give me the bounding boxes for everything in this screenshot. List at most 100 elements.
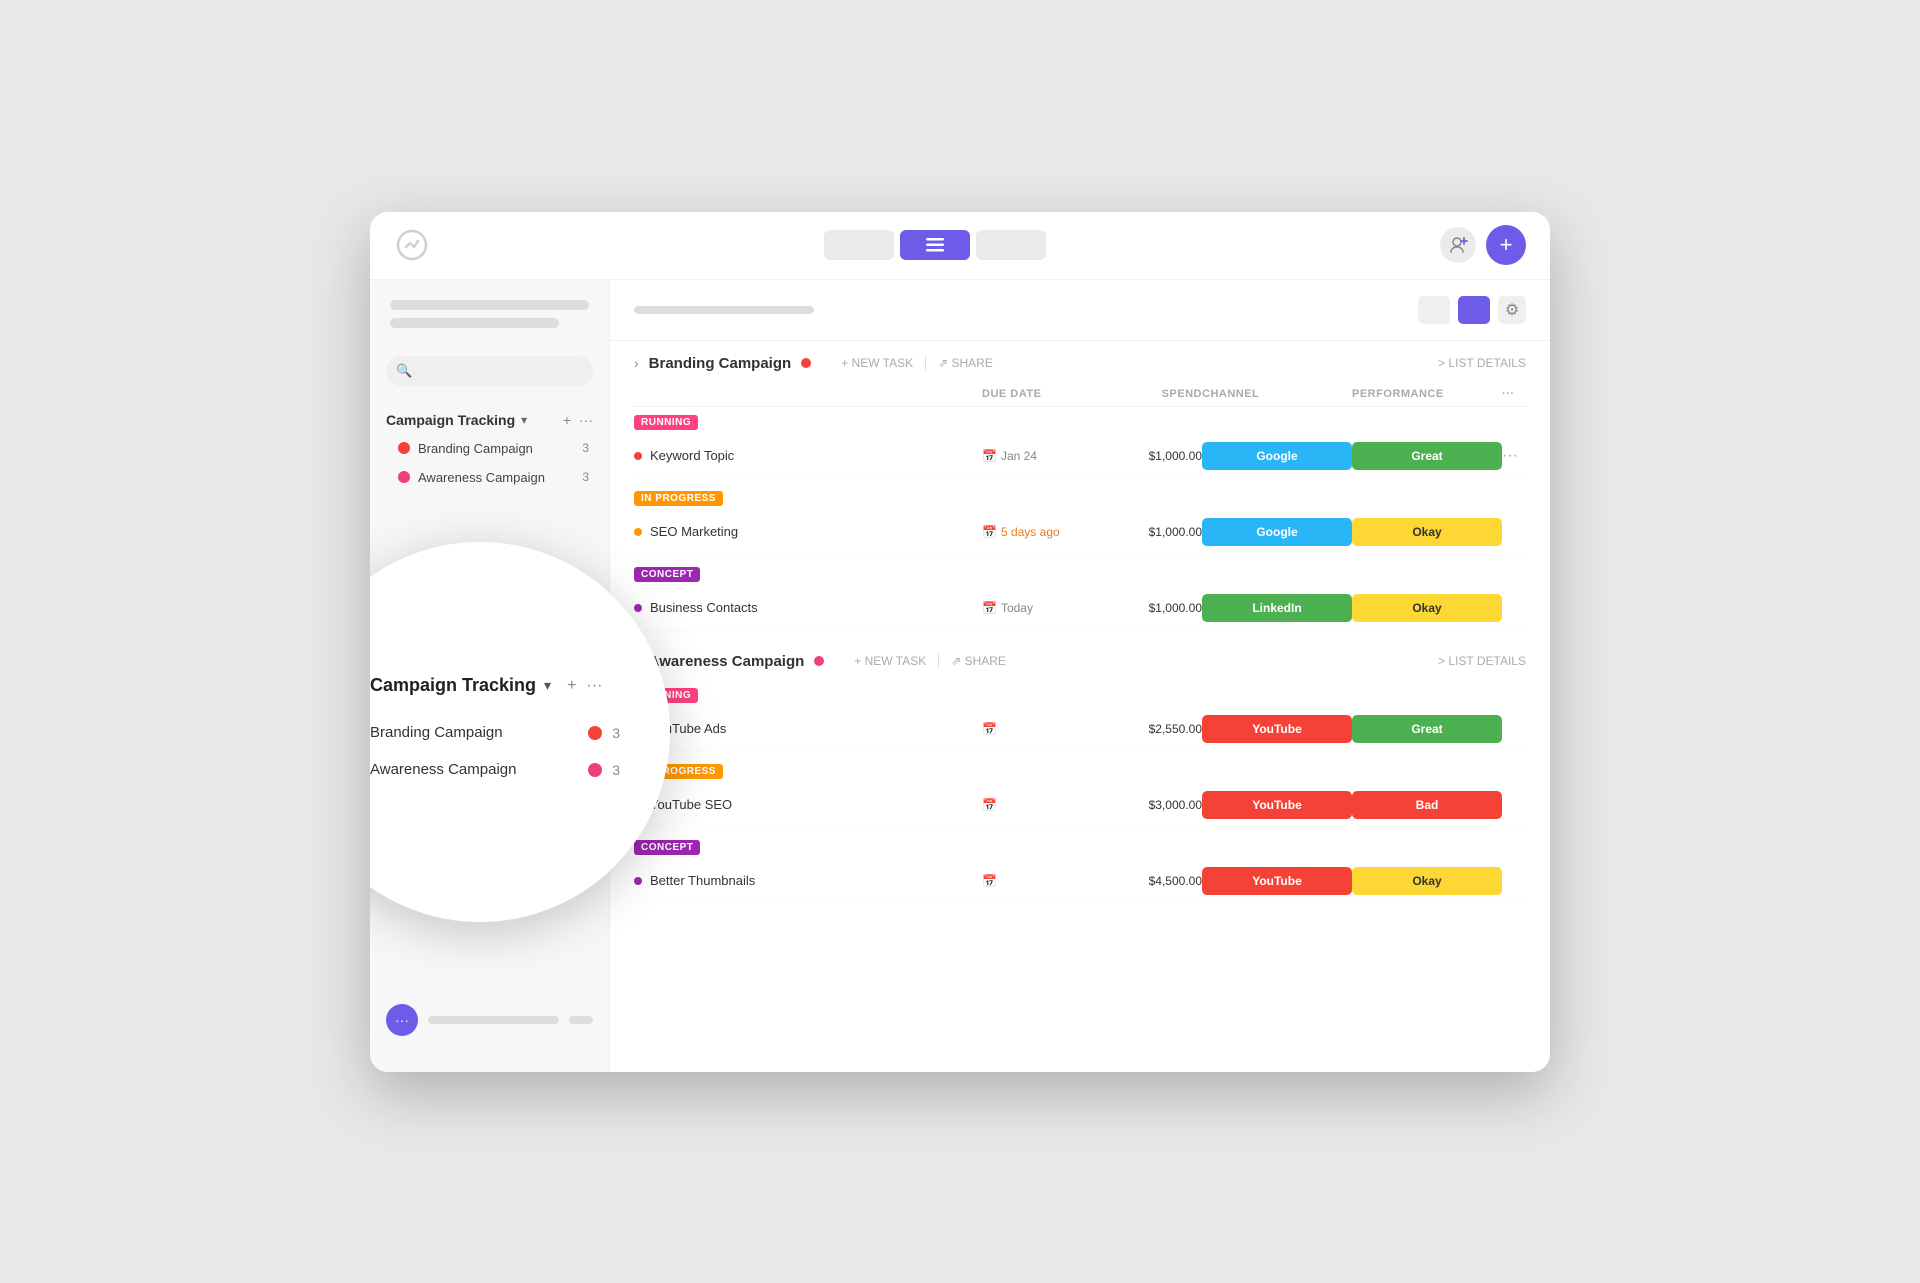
status-badge-concept: CONCEPT (634, 840, 700, 855)
sidebar-add-button[interactable]: + (563, 412, 571, 428)
task-name-cell: YouTube SEO (634, 797, 982, 812)
zoom-item-awareness[interactable]: Awareness Campaign 3 (370, 751, 620, 788)
zoom-chevron-icon: ▾ (544, 677, 551, 694)
task-name: SEO Marketing (650, 524, 738, 539)
sidebar-bottom: ··· (370, 988, 609, 1052)
calendar-icon: 📅 (982, 798, 997, 812)
perf-badge-okay[interactable]: Okay (1352, 594, 1502, 622)
zoom-section-title: Campaign Tracking (370, 675, 536, 696)
new-task-btn-branding[interactable]: + NEW TASK (841, 356, 913, 370)
list-title-awareness: Awareness Campaign (649, 653, 805, 670)
task-name-cell: SEO Marketing (634, 524, 982, 539)
col-name-header (634, 388, 982, 400)
task-spend: $1,000.00 (1102, 601, 1202, 615)
more-icon[interactable]: ··· (1502, 447, 1526, 465)
sidebar-section-title: Campaign Tracking (386, 412, 515, 428)
task-spend: $1,000.00 (1102, 449, 1202, 463)
status-group-concept-branding: CONCEPT Business Contacts 📅 Today $1,000… (634, 559, 1526, 631)
channel-badge-youtube[interactable]: YouTube (1202, 791, 1352, 819)
search-icon: 🔍 (396, 363, 412, 379)
task-spend: $2,550.00 (1102, 722, 1202, 736)
skeleton-bar (390, 318, 559, 328)
grid-view-btn[interactable] (824, 230, 894, 260)
task-name-cell: Keyword Topic (634, 448, 982, 463)
col-performance-header: PERFORMANCE (1352, 388, 1502, 400)
table-row: YouTube SEO 📅 $3,000.00 YouTube Bad (634, 783, 1526, 828)
share-btn-awareness[interactable]: ⇗ SHARE (951, 654, 1006, 668)
task-name-cell: YouTube Ads (634, 721, 982, 736)
sidebar-item-label: Awareness Campaign (418, 470, 570, 485)
perf-badge-bad[interactable]: Bad (1352, 791, 1502, 819)
calendar-icon: 📅 (982, 449, 997, 463)
table-row: YouTube Ads 📅 $2,550.00 YouTube Great (634, 707, 1526, 752)
zoom-count-awareness: 3 (612, 762, 620, 778)
channel-badge-youtube[interactable]: YouTube (1202, 867, 1352, 895)
settings-icon[interactable]: ⚙ (1498, 296, 1526, 324)
content-header: ⚙ (610, 280, 1550, 341)
status-badge-concept: CONCEPT (634, 567, 700, 582)
zoom-add-button[interactable]: + (567, 677, 576, 695)
board-view-btn[interactable] (976, 230, 1046, 260)
add-user-button[interactable] (1440, 227, 1476, 263)
view-toggle-left[interactable] (1418, 296, 1450, 324)
list-header-branding[interactable]: › Branding Campaign + NEW TASK ⇗ SHARE >… (634, 341, 1526, 382)
sidebar-search[interactable]: 🔍 (386, 356, 593, 386)
status-badge-running: RUNNING (634, 415, 698, 430)
channel-badge-linkedin[interactable]: LinkedIn (1202, 594, 1352, 622)
task-name: Better Thumbnails (650, 873, 755, 888)
task-dot (634, 452, 642, 460)
view-toggle-active[interactable] (1458, 296, 1490, 324)
task-date: 📅 (982, 798, 1102, 812)
list-header-awareness[interactable]: › Awareness Campaign + NEW TASK ⇗ SHARE … (634, 639, 1526, 680)
task-date: 📅 Today (982, 601, 1102, 615)
new-task-btn-awareness[interactable]: + NEW TASK (854, 654, 926, 668)
zoom-more-button[interactable]: ··· (586, 677, 602, 695)
breadcrumb (634, 306, 814, 314)
sidebar-item-awareness[interactable]: Awareness Campaign 3 (370, 463, 609, 492)
perf-badge-great[interactable]: Great (1352, 442, 1502, 470)
task-name: Keyword Topic (650, 448, 734, 463)
task-dot (634, 604, 642, 612)
channel-badge-youtube[interactable]: YouTube (1202, 715, 1352, 743)
list-details-btn-awareness[interactable]: > LIST DETAILS (1438, 654, 1526, 668)
channel-badge-google[interactable]: Google (1202, 442, 1352, 470)
chevron-down-icon: ▾ (521, 413, 527, 427)
zoom-item-branding[interactable]: Branding Campaign 3 (370, 714, 620, 751)
sidebar-item-branding[interactable]: Branding Campaign 3 (370, 434, 609, 463)
sidebar-section-header[interactable]: Campaign Tracking ▾ + ··· (370, 406, 609, 434)
zoom-dot-branding (588, 726, 602, 740)
sidebar-skeleton (370, 300, 609, 336)
col-spend-header: SPEND (1102, 388, 1202, 400)
task-name: YouTube SEO (650, 797, 732, 812)
share-btn-branding[interactable]: ⇗ SHARE (938, 356, 993, 370)
branding-dot (398, 442, 410, 454)
sidebar-more-button[interactable]: ··· (579, 412, 593, 428)
list-view-btn[interactable] (900, 230, 970, 260)
status-group-concept-awareness: CONCEPT Better Thumbnails 📅 $4,500.00 Yo… (634, 832, 1526, 904)
separator (925, 356, 926, 370)
perf-badge-great[interactable]: Great (1352, 715, 1502, 743)
list-actions-branding: + NEW TASK ⇗ SHARE (841, 356, 993, 370)
task-spend: $4,500.00 (1102, 874, 1202, 888)
column-headers: DUE DATE SPEND CHANNEL PERFORMANCE ··· (634, 382, 1526, 407)
app-logo[interactable] (394, 227, 430, 263)
task-spend: $3,000.00 (1102, 798, 1202, 812)
calendar-icon: 📅 (982, 525, 997, 539)
task-date: 📅 Jan 24 (982, 449, 1102, 463)
zoom-item-label: Awareness Campaign (370, 761, 578, 778)
zoom-dot-awareness (588, 763, 602, 777)
task-name: Business Contacts (650, 600, 758, 615)
status-group-running-branding: RUNNING Keyword Topic 📅 Jan 24 $1,000.00… (634, 407, 1526, 479)
add-button[interactable]: + (1486, 225, 1526, 265)
channel-badge-google[interactable]: Google (1202, 518, 1352, 546)
list-dot-awareness (814, 656, 824, 666)
list-details-btn-branding[interactable]: > LIST DETAILS (1438, 356, 1526, 370)
sidebar-item-label: Branding Campaign (418, 441, 570, 456)
skeleton-bar (390, 300, 589, 310)
chat-bubble[interactable]: ··· (386, 1004, 418, 1036)
perf-badge-okay[interactable]: Okay (1352, 867, 1502, 895)
perf-badge-okay[interactable]: Okay (1352, 518, 1502, 546)
zoom-section-actions: + ··· (567, 677, 602, 695)
sidebar-bottom-bar (428, 1016, 559, 1024)
status-group-running-awareness: RUNNING YouTube Ads 📅 $2,550.00 YouTube … (634, 680, 1526, 752)
